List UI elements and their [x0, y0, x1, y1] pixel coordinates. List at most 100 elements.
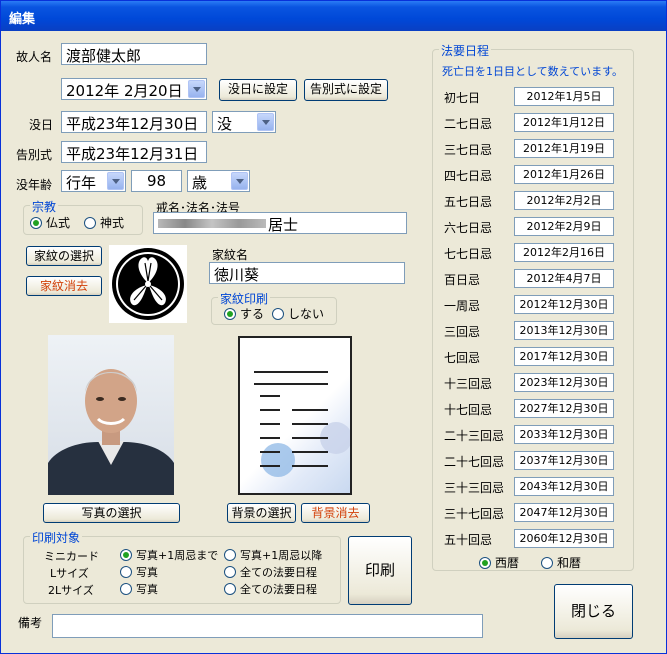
calendar-western-radio[interactable]: 西暦 [479, 554, 519, 571]
minicard-after-label: 写真+1周忌以降 [240, 549, 323, 562]
schedule-item-label: 三十三回忌 [444, 481, 505, 495]
size-2l-label: 2Lサイズ [48, 584, 94, 597]
radio-icon [224, 566, 236, 578]
crest-print-no-label: しない [288, 307, 325, 321]
religion-group: 宗教 仏式 神式 [23, 198, 143, 235]
schedule-item-date[interactable]: 2023年12月30日 [514, 373, 614, 392]
schedule-item-date[interactable]: 2012年1月12日 [514, 113, 614, 132]
crest-print-yes-radio[interactable]: する [224, 305, 264, 322]
schedule-item-date[interactable]: 2012年1月5日 [514, 87, 614, 106]
schedule-item-date[interactable]: 2017年12月30日 [514, 347, 614, 366]
2l-photo-radio[interactable]: 写真 [120, 581, 158, 597]
schedule-item-date[interactable]: 2037年12月30日 [514, 451, 614, 470]
crest-name-label: 家紋名 [212, 248, 249, 262]
schedule-item-date[interactable]: 2047年12月30日 [514, 503, 614, 522]
close-button[interactable]: 閉じる [554, 584, 633, 639]
2l-schedule-label: 全ての法要日程 [240, 583, 317, 596]
calendar-japanese-radio[interactable]: 和暦 [541, 554, 581, 571]
schedule-item-date[interactable]: 2012年1月19日 [514, 139, 614, 158]
age-unit-select[interactable]: 歳 [187, 170, 250, 192]
delete-background-button[interactable]: 背景消去 [301, 503, 370, 523]
schedule-item-date[interactable]: 2012年2月9日 [514, 217, 614, 236]
religion-shinto-radio[interactable]: 神式 [84, 214, 124, 231]
chevron-down-icon[interactable] [257, 113, 274, 131]
crest-print-yes-label: する [240, 307, 265, 321]
schedule-item-date[interactable]: 2013年12月30日 [514, 321, 614, 340]
2l-photo-label: 写真 [136, 583, 158, 596]
radio-icon [224, 583, 236, 595]
schedule-item-label: 六七日忌 [444, 221, 493, 235]
religion-caption: 宗教 [30, 198, 59, 215]
death-date-input[interactable]: 平成23年12月30日 [61, 111, 207, 133]
background-image [254, 371, 350, 477]
religion-buddhist-label: 仏式 [46, 216, 71, 230]
chevron-down-icon[interactable] [107, 172, 124, 190]
age-kind-value: 行年 [66, 174, 97, 192]
schedule-item-label: 一周忌 [444, 299, 481, 313]
calendar-japanese-label: 和暦 [557, 556, 582, 570]
religion-shinto-label: 神式 [100, 216, 125, 230]
age-unit-value: 歳 [192, 174, 208, 192]
age-input[interactable]: 98 [131, 170, 182, 192]
minicard-photo-label: 写真+1周忌まで [136, 549, 219, 562]
schedule-item-label: 初七日 [444, 91, 481, 105]
schedule-item-label: 三回忌 [444, 325, 481, 339]
select-background-button[interactable]: 背景の選択 [227, 503, 296, 523]
chevron-down-icon[interactable] [231, 172, 248, 190]
memo-input[interactable] [52, 614, 483, 638]
crest-print-no-radio[interactable]: しない [272, 305, 324, 322]
minicard-after-radio[interactable]: 写真+1周忌以降 [224, 547, 322, 563]
schedule-item-date[interactable]: 2033年12月30日 [514, 425, 614, 444]
crest-name-input[interactable]: 徳川葵 [209, 262, 405, 284]
death-type-select[interactable]: 没 [212, 111, 276, 133]
schedule-item-label: 三十七回忌 [444, 507, 505, 521]
chevron-down-icon[interactable] [188, 80, 205, 98]
set-death-date-button[interactable]: 没日に設定 [219, 79, 297, 101]
schedule-item-date[interactable]: 2043年12月30日 [514, 477, 614, 496]
age-kind-select[interactable]: 行年 [61, 170, 126, 192]
schedule-item-date[interactable]: 2012年2月2日 [514, 191, 614, 210]
portrait-image [48, 369, 174, 495]
death-type-value: 没 [217, 115, 233, 133]
aoi-crest-icon [112, 248, 184, 320]
schedule-item-label: 三七日忌 [444, 143, 493, 157]
print-target-caption: 印刷対象 [30, 529, 83, 546]
size-minicard-label: ミニカード [44, 550, 99, 563]
funeral-date-input[interactable]: 平成23年12月31日 [61, 141, 207, 163]
2l-schedule-radio[interactable]: 全ての法要日程 [224, 581, 317, 597]
calendar-western-label: 西暦 [495, 556, 520, 570]
size-l-label: Lサイズ [50, 567, 89, 580]
schedule-item-date[interactable]: 2012年1月26日 [514, 165, 614, 184]
schedule-item-date[interactable]: 2012年2月16日 [514, 243, 614, 262]
schedule-item-date[interactable]: 2012年12月30日 [514, 295, 614, 314]
l-photo-radio[interactable]: 写真 [120, 564, 158, 580]
schedule-item-date[interactable]: 2060年12月30日 [514, 529, 614, 548]
delete-crest-button[interactable]: 家紋消去 [26, 276, 102, 296]
deceased-name-label: 故人名 [16, 50, 53, 64]
schedule-item-label: 二七日忌 [444, 117, 493, 131]
date-picker-value: 2012年 2月20日 [66, 82, 183, 100]
radio-selected-icon [30, 216, 42, 229]
kaimyo-input[interactable]: 居士 [153, 212, 407, 234]
schedule-item-date[interactable]: 2027年12月30日 [514, 399, 614, 418]
l-schedule-radio[interactable]: 全ての法要日程 [224, 564, 317, 580]
edit-window: 編集 故人名 渡部健太郎 2012年 2月20日 没日に設定 告別式に設定 没日… [0, 0, 667, 654]
date-picker[interactable]: 2012年 2月20日 [61, 78, 207, 100]
schedule-item-label: 五七日忌 [444, 195, 493, 209]
schedule-item-date[interactable]: 2012年4月7日 [514, 269, 614, 288]
radio-selected-icon [224, 307, 236, 320]
radio-selected-icon [120, 549, 132, 561]
schedule-item-label: 十七回忌 [444, 403, 493, 417]
set-funeral-date-button[interactable]: 告別式に設定 [304, 79, 388, 101]
minicard-photo-radio[interactable]: 写真+1周忌まで [120, 547, 218, 563]
deceased-name-input[interactable]: 渡部健太郎 [61, 43, 207, 65]
schedule-item-label: 七七日忌 [444, 247, 493, 261]
radio-selected-icon [479, 556, 491, 569]
l-schedule-label: 全ての法要日程 [240, 566, 317, 579]
select-photo-button[interactable]: 写真の選択 [43, 503, 180, 523]
schedule-item-label: 二十七回忌 [444, 455, 505, 469]
schedule-item-label: 七回忌 [444, 351, 481, 365]
select-crest-button[interactable]: 家紋の選択 [26, 246, 102, 266]
print-button[interactable]: 印刷 [348, 536, 412, 605]
religion-buddhist-radio[interactable]: 仏式 [30, 214, 70, 231]
